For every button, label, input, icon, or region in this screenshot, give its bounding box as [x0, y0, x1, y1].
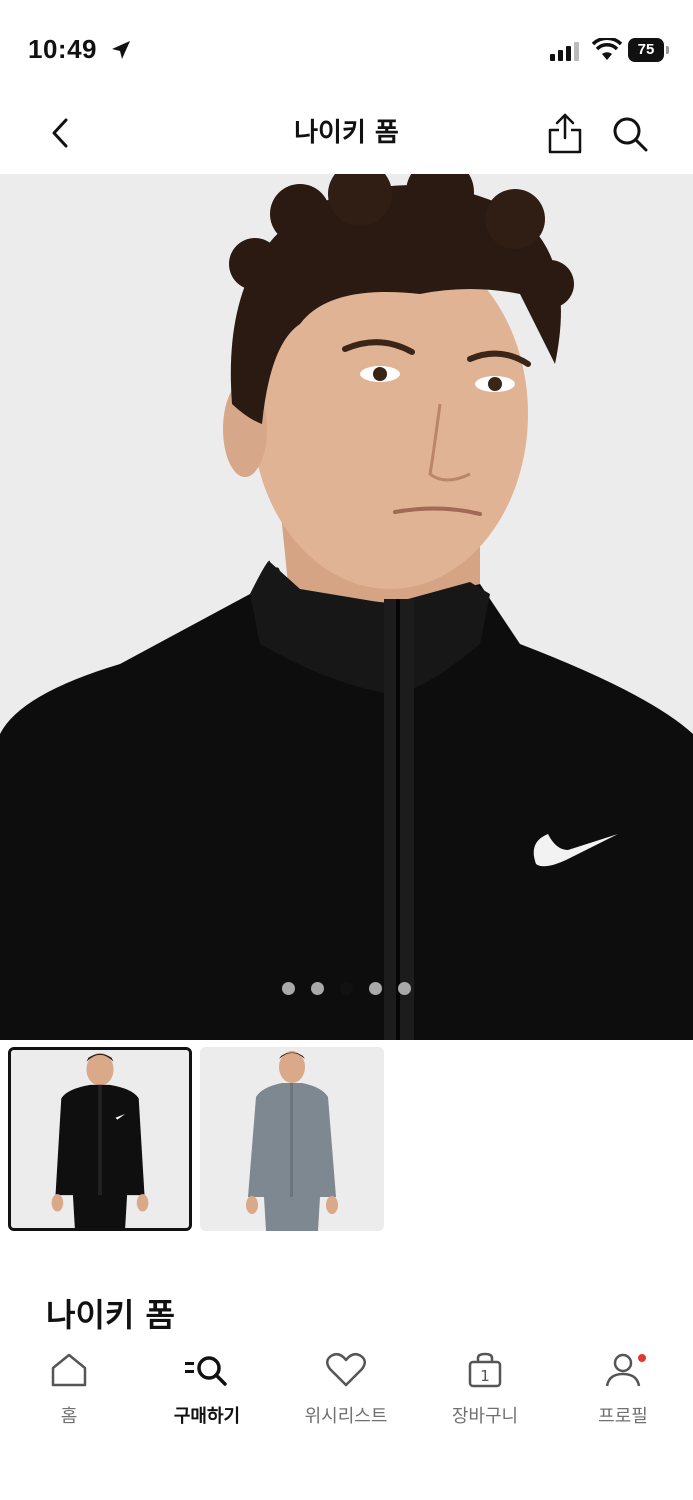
tab-label: 장바구니 [451, 1406, 519, 1427]
tab-label: 홈 [60, 1406, 78, 1427]
bag-icon: 1 [468, 1352, 502, 1388]
page-title: 나이키 폼 [294, 118, 399, 148]
thumbnail-image [11, 1050, 189, 1228]
battery-level: 75 [628, 38, 664, 62]
tab-cart[interactable]: 1 장바구니 [420, 1352, 550, 1428]
top-navigation-bar: 나이키 폼 [0, 100, 693, 174]
battery-indicator: 75 [628, 38, 670, 62]
tab-home[interactable]: 홈 [4, 1352, 134, 1428]
tab-profile[interactable]: 프로필 [558, 1352, 688, 1428]
wifi-icon [592, 38, 622, 60]
tab-label: 위시리스트 [304, 1406, 388, 1427]
share-icon[interactable] [545, 112, 585, 156]
bottom-tab-bar: 홈 구매하기 위시리스트 1 장바구니 프로필 [0, 1340, 693, 1500]
carousel-dot[interactable] [311, 982, 324, 995]
notification-dot [638, 1354, 646, 1362]
search-icon[interactable] [610, 114, 650, 154]
product-title: 나이키 폼 [46, 1296, 175, 1334]
home-icon [51, 1353, 87, 1387]
product-photo [0, 174, 693, 1040]
thumbnail-image [200, 1047, 384, 1231]
tab-label: 프로필 [598, 1406, 648, 1427]
status-time: 10:49 [28, 34, 97, 64]
carousel-dot-active[interactable] [340, 982, 353, 995]
cart-count-badge: 1 [480, 1367, 490, 1385]
status-bar: 10:49 75 [0, 0, 693, 100]
heart-icon [326, 1352, 366, 1387]
tab-label: 구매하기 [173, 1406, 241, 1427]
carousel-dot[interactable] [282, 982, 295, 995]
tab-wishlist[interactable]: 위시리스트 [281, 1352, 411, 1428]
shop-search-icon [185, 1356, 227, 1386]
battery-tip [666, 46, 669, 54]
product-image-carousel[interactable] [0, 174, 693, 1040]
carousel-dot[interactable] [369, 982, 382, 995]
color-thumbnail-grey[interactable] [200, 1047, 384, 1231]
location-arrow-icon [112, 41, 130, 59]
carousel-dot[interactable] [398, 982, 411, 995]
cellular-signal-icon [550, 42, 579, 61]
profile-icon [605, 1353, 641, 1387]
tab-shop[interactable]: 구매하기 [142, 1352, 272, 1428]
carousel-pagination [0, 980, 693, 999]
color-thumbnail-black[interactable] [8, 1047, 192, 1231]
